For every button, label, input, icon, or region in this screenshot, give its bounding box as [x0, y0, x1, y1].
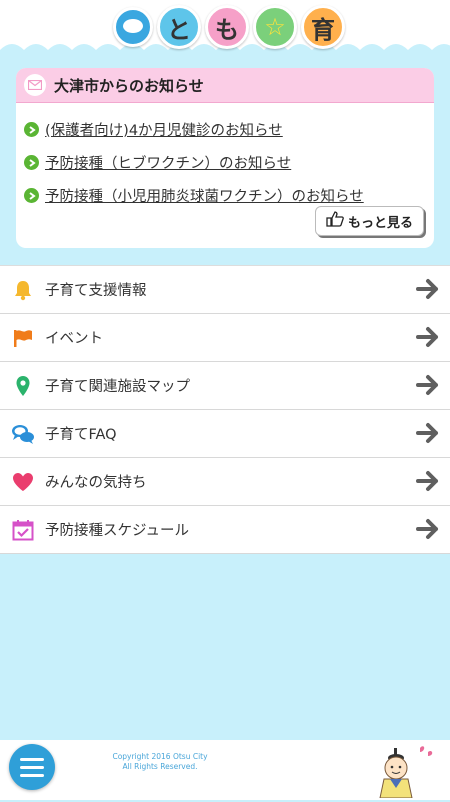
news-item-label: (保護者向け)4か月児健診のお知らせ	[45, 123, 283, 139]
menu-bar	[20, 757, 44, 761]
bell-icon	[11, 278, 35, 302]
app-header: と も ☆ 育	[0, 0, 450, 60]
arrow-right-icon	[416, 422, 440, 448]
arrow-right-icon	[416, 470, 440, 496]
news-list: (保護者向け)4か月児健診のお知らせ 予防接種（ヒブワクチン）のお知らせ 予防接…	[16, 103, 434, 212]
logo-char-to: と	[157, 5, 201, 49]
chevron-right-icon	[24, 122, 39, 137]
chevron-right-icon	[24, 155, 39, 170]
thumbs-up-icon	[326, 211, 344, 231]
copyright-line2: All Rights Reserved.	[122, 762, 198, 771]
copyright-line1: Copyright 2016 Otsu City	[112, 752, 208, 761]
menu-bar	[20, 773, 44, 777]
menu-item-facility-map[interactable]: 子育て関連施設マップ	[0, 362, 450, 410]
heart-icon	[11, 470, 35, 494]
mascot-logo-icon	[113, 7, 153, 47]
main-menu: 子育て支援情報 イベント 子育て関連施設マップ 子育てFAQ みんなの気持ち 予…	[0, 265, 450, 554]
arrow-right-icon	[416, 374, 440, 400]
logo-star: ☆	[253, 5, 297, 49]
menu-item-vaccination-schedule[interactable]: 予防接種スケジュール	[0, 506, 450, 554]
arrow-right-icon	[416, 326, 440, 352]
menu-label: 子育て支援情報	[45, 283, 147, 299]
menu-bar	[20, 765, 44, 769]
menu-item-events[interactable]: イベント	[0, 314, 450, 362]
copyright: Copyright 2016 Otsu City All Rights Rese…	[100, 752, 220, 772]
news-title: 大津市からのお知らせ	[54, 76, 204, 95]
news-item[interactable]: (保護者向け)4か月児健診のお知らせ	[24, 113, 434, 146]
arrow-right-icon	[416, 278, 440, 304]
news-item[interactable]: 予防接種（ヒブワクチン）のお知らせ	[24, 146, 434, 179]
logo-char-mo: も	[205, 5, 249, 49]
more-button[interactable]: もっと見る	[314, 206, 424, 236]
hamburger-menu-button[interactable]	[9, 744, 55, 790]
news-item-label: 予防接種（ヒブワクチン）のお知らせ	[45, 156, 292, 172]
menu-item-support-info[interactable]: 子育て支援情報	[0, 266, 450, 314]
menu-label: みんなの気持ち	[45, 475, 147, 491]
calendar-check-icon	[11, 518, 35, 542]
flag-icon	[11, 326, 35, 350]
mail-icon	[24, 74, 46, 96]
menu-label: イベント	[45, 331, 103, 347]
menu-label: 子育て関連施設マップ	[45, 379, 190, 395]
news-header: 大津市からのお知らせ	[16, 68, 434, 103]
mascot-character-icon	[376, 744, 436, 802]
menu-label: 予防接種スケジュール	[45, 523, 189, 539]
news-card: 大津市からのお知らせ (保護者向け)4か月児健診のお知らせ 予防接種（ヒブワクチ…	[16, 68, 434, 248]
news-item-label: 予防接種（小児用肺炎球菌ワクチン）のお知らせ	[45, 189, 364, 205]
menu-item-faq[interactable]: 子育てFAQ	[0, 410, 450, 458]
app-logo[interactable]: と も ☆ 育	[113, 4, 345, 50]
more-button-label: もっと見る	[347, 215, 413, 231]
map-pin-icon	[11, 374, 35, 398]
menu-label: 子育てFAQ	[45, 427, 117, 443]
menu-item-feelings[interactable]: みんなの気持ち	[0, 458, 450, 506]
chat-bubbles-icon	[11, 422, 35, 446]
chevron-right-icon	[24, 188, 39, 203]
logo-char-iku: 育	[301, 5, 345, 49]
arrow-right-icon	[416, 518, 440, 544]
